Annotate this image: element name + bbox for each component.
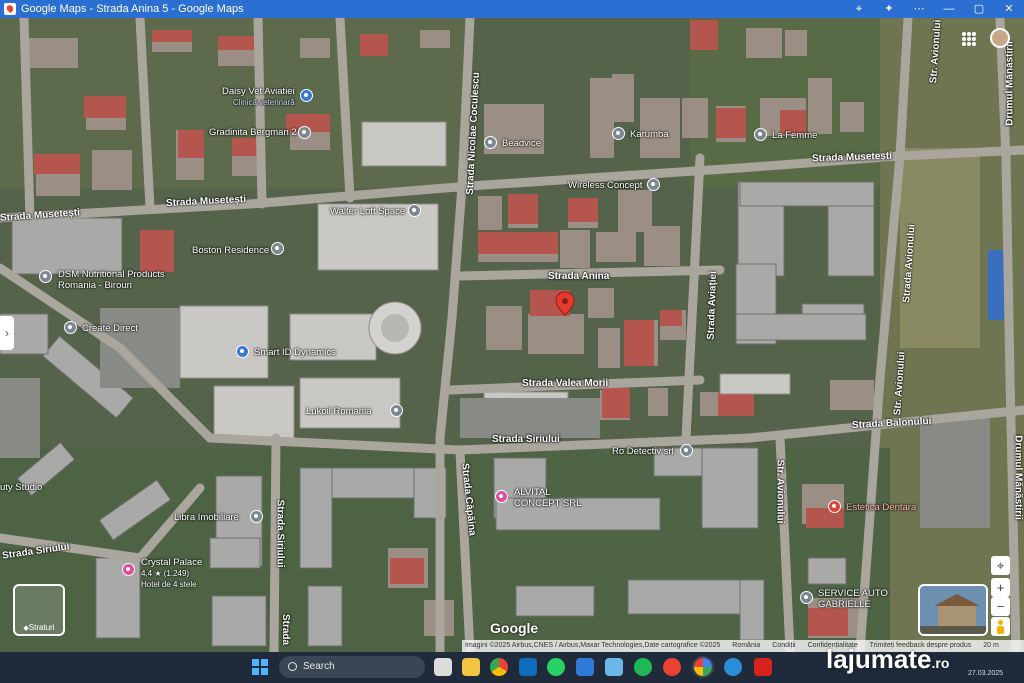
zoom-out-button[interactable]: − bbox=[991, 597, 1010, 616]
poi-ro-detectiv-label[interactable]: Ro Detectiv srl bbox=[612, 446, 674, 457]
lajumate-watermark: lajumate.ro bbox=[826, 644, 950, 674]
poi-la-femme-icon[interactable] bbox=[754, 128, 767, 141]
poi-crystal-palace-label[interactable]: Crystal Palace 4,4 ★ (1.249) Hotel de 4 … bbox=[141, 557, 202, 590]
poi-karumba-label[interactable]: Karumba bbox=[630, 129, 669, 140]
google-maps-taskbar-icon[interactable] bbox=[694, 658, 712, 676]
photos-icon[interactable] bbox=[605, 658, 623, 676]
file-explorer-icon[interactable] bbox=[462, 658, 480, 676]
maximize-button[interactable]: ▢ bbox=[964, 0, 994, 18]
poi-walter-loft-label[interactable]: Walter Loft Space bbox=[330, 206, 405, 217]
poi-boston-residence-icon[interactable] bbox=[271, 242, 284, 255]
street-label-siriului-c: Strada Siriului bbox=[492, 434, 560, 445]
close-button[interactable]: ✕ bbox=[994, 0, 1024, 18]
window-controls: ⌖ ✦ ⋯ — ▢ ✕ bbox=[844, 0, 1024, 18]
layers-label: Straturi bbox=[15, 623, 63, 632]
street-label-anina: Strada Anina bbox=[548, 271, 610, 282]
my-location-button[interactable]: ⌖ bbox=[991, 556, 1010, 575]
task-view-icon[interactable] bbox=[434, 658, 452, 676]
satellite-map[interactable]: Strada Musetești Strada Musetești Strada… bbox=[0, 18, 1024, 652]
poi-lukoil-label[interactable]: Lukoil Romania bbox=[306, 406, 371, 417]
poi-walter-loft-icon[interactable] bbox=[408, 204, 421, 217]
poi-dsm-icon[interactable] bbox=[39, 270, 52, 283]
poi-ro-detectiv-icon[interactable] bbox=[680, 444, 693, 457]
poi-karumba-icon[interactable] bbox=[612, 127, 625, 140]
edge-icon[interactable] bbox=[724, 658, 742, 676]
street-label-siriului-sv: Strada bbox=[280, 613, 292, 646]
google-apps-icon[interactable] bbox=[962, 32, 976, 46]
poi-beadvice-icon[interactable] bbox=[484, 136, 497, 149]
window-title-bar: Google Maps - Strada Anina 5 - Google Ma… bbox=[0, 0, 1024, 18]
street-view-thumbnail[interactable] bbox=[918, 584, 988, 636]
window-title: Google Maps - Strada Anina 5 - Google Ma… bbox=[21, 3, 244, 15]
street-label-avionului-s: Str. Avionului bbox=[774, 459, 786, 524]
poi-alvital-label[interactable]: ALVITAL CONCEPT SRL bbox=[514, 487, 581, 509]
poi-create-direct-label[interactable]: Create Direct bbox=[82, 323, 138, 334]
poi-daisy-vet-icon[interactable] bbox=[300, 89, 313, 102]
pegman-icon[interactable] bbox=[991, 617, 1010, 636]
poi-wireless-concept-icon[interactable] bbox=[647, 178, 660, 191]
spotify-icon[interactable] bbox=[634, 658, 652, 676]
maps-pin-icon[interactable] bbox=[663, 658, 681, 676]
poi-beauty-studio-label[interactable]: uty Studio bbox=[0, 482, 42, 493]
country-link[interactable]: România bbox=[732, 642, 760, 649]
poi-dsm-label[interactable]: DSM Nutritional Products Romania - Birou… bbox=[58, 269, 165, 291]
google-logo: Google bbox=[490, 620, 539, 636]
side-panel-toggle-button[interactable]: › bbox=[0, 316, 14, 350]
poi-estetica-dentara-label[interactable]: Estetica Dentara bbox=[846, 502, 916, 513]
location-icon[interactable]: ⌖ bbox=[844, 0, 874, 18]
poi-bergman-label[interactable]: Gradinita Bergman 2 bbox=[209, 127, 297, 138]
poi-alvital-icon[interactable] bbox=[495, 490, 508, 503]
windows-start-icon[interactable] bbox=[252, 659, 268, 675]
poi-smart-id-icon[interactable] bbox=[236, 345, 249, 358]
poi-la-femme-label[interactable]: La Femme bbox=[772, 130, 817, 141]
account-avatar[interactable] bbox=[990, 28, 1010, 48]
poi-create-direct-icon[interactable] bbox=[64, 321, 77, 334]
poi-lukoil-icon[interactable] bbox=[390, 404, 403, 417]
street-label-valea-morii: Strada Valea Morii bbox=[522, 378, 609, 389]
poi-service-auto-label[interactable]: SERVICE AUTO GABRIELLE bbox=[818, 588, 888, 610]
todo-icon[interactable] bbox=[576, 658, 594, 676]
outlook-icon[interactable] bbox=[519, 658, 537, 676]
poi-libra-icon[interactable] bbox=[250, 510, 263, 523]
street-label-siriului-v: Strada Siriului bbox=[274, 499, 286, 568]
poi-wireless-concept-label[interactable]: Wireless Concept bbox=[568, 180, 642, 191]
minimize-button[interactable]: — bbox=[934, 0, 964, 18]
acrobat-icon[interactable] bbox=[754, 658, 772, 676]
whatsapp-icon[interactable] bbox=[547, 658, 565, 676]
google-maps-app-icon bbox=[4, 3, 16, 15]
poi-smart-id-label[interactable]: Smart ID Dynamics bbox=[254, 347, 336, 358]
poi-boston-residence-label[interactable]: Boston Residence bbox=[192, 245, 269, 256]
more-menu-icon[interactable]: ⋯ bbox=[904, 0, 934, 18]
poi-beadvice-label[interactable]: Beadvice bbox=[502, 138, 541, 149]
poi-libra-label[interactable]: Libra Imobiliare bbox=[174, 512, 239, 523]
poi-bergman-icon[interactable] bbox=[298, 126, 311, 139]
taskbar-search-input[interactable]: Search bbox=[279, 656, 425, 678]
poi-estetica-dentara-icon[interactable] bbox=[828, 500, 841, 513]
terms-link[interactable]: Condiții bbox=[772, 642, 795, 649]
street-label-manastirii-n: Drumul Mănăstirii bbox=[1004, 41, 1016, 126]
zoom-in-button[interactable]: + bbox=[991, 578, 1010, 597]
street-label-manastirii-s: Drumul Mănăstirii bbox=[1012, 435, 1024, 520]
poi-crystal-palace-icon[interactable] bbox=[122, 563, 135, 576]
extensions-icon[interactable]: ✦ bbox=[874, 0, 904, 18]
taskbar-date: 27.03.2025 bbox=[968, 670, 1004, 677]
poi-daisy-vet-label[interactable]: Daisy Vet Aviatiei Clinică veterinară bbox=[222, 86, 295, 108]
chrome-icon[interactable] bbox=[490, 658, 508, 676]
poi-service-auto-icon[interactable] bbox=[800, 591, 813, 604]
scale-bar[interactable]: 20 m bbox=[983, 642, 999, 649]
layers-button[interactable]: Straturi bbox=[13, 584, 65, 636]
